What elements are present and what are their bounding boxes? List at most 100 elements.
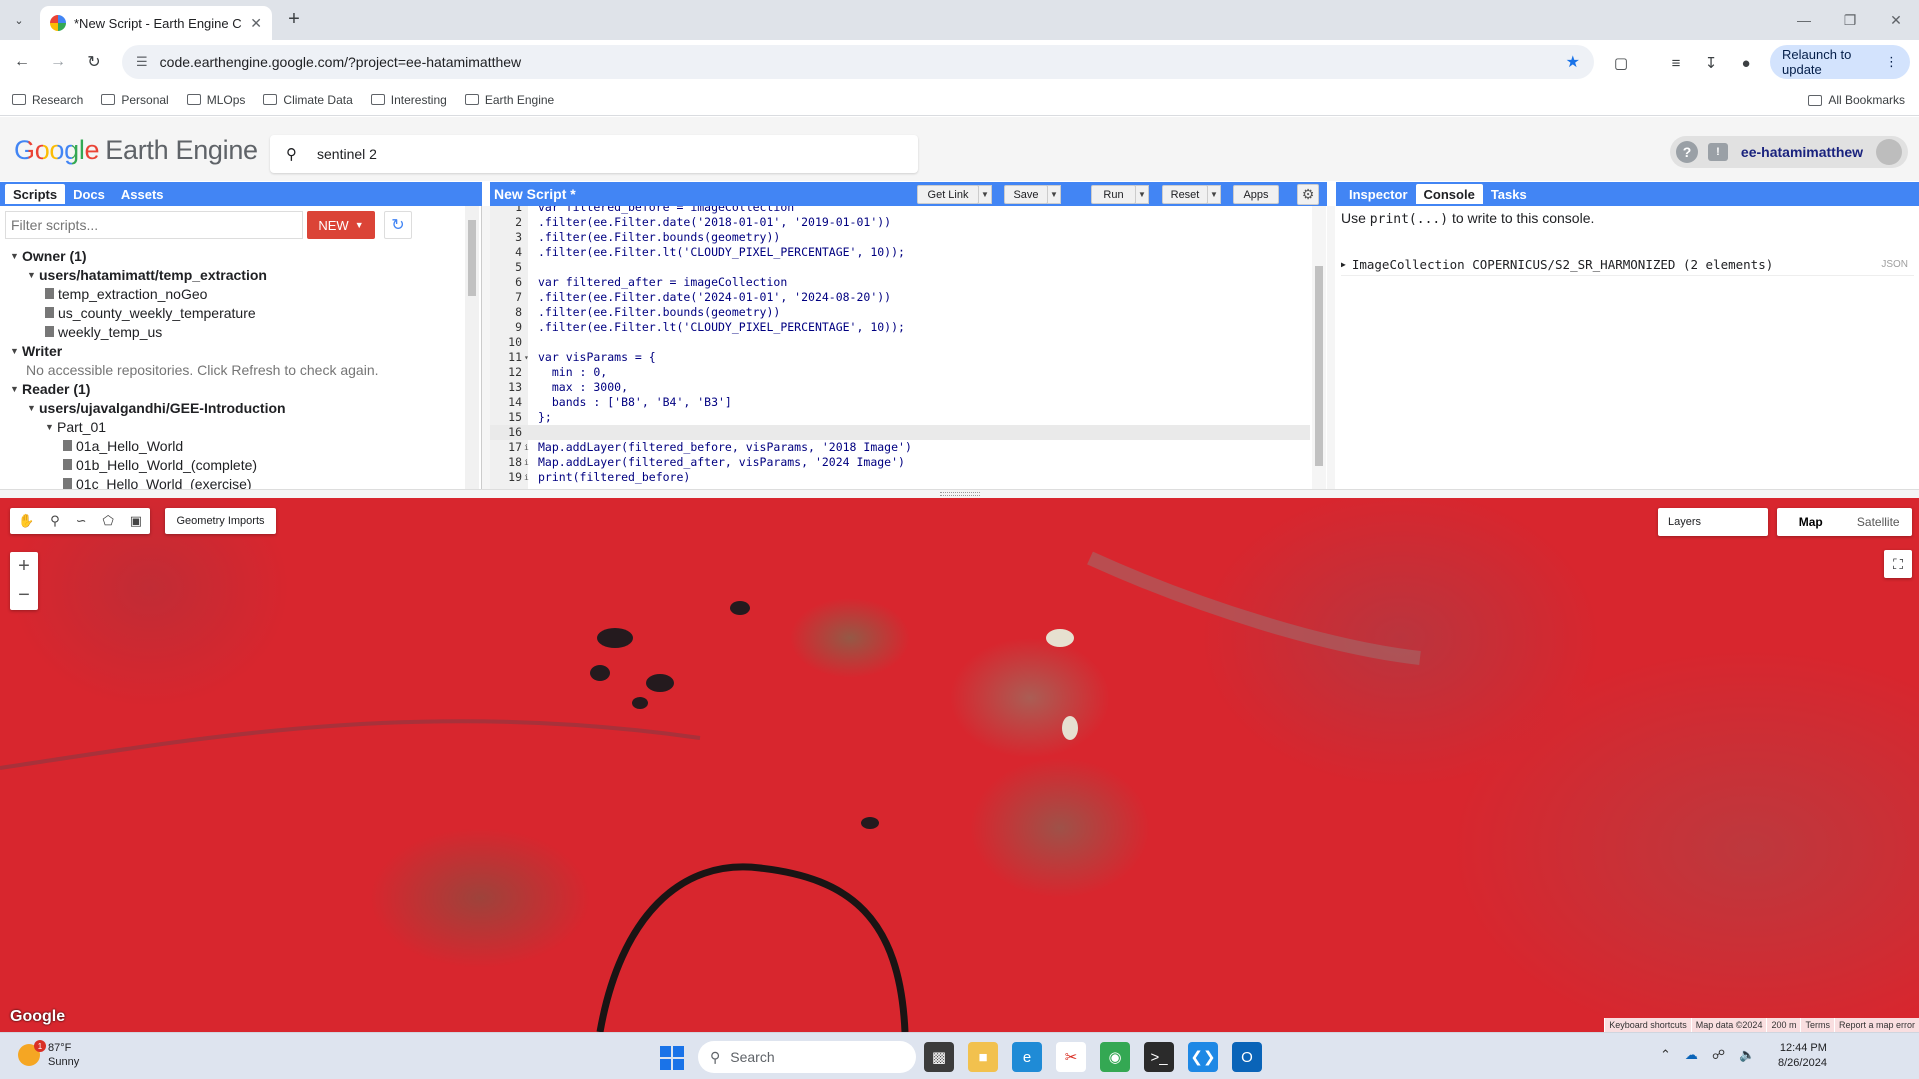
add-marker-icon[interactable]: ⚲ bbox=[50, 513, 60, 529]
tree-file[interactable]: 01a_Hello_World bbox=[0, 436, 460, 455]
tab-close-icon[interactable]: ✕ bbox=[250, 15, 262, 32]
get-link-dropdown-icon[interactable]: ▼ bbox=[978, 185, 992, 204]
minimize-icon[interactable]: — bbox=[1781, 0, 1827, 40]
new-script-button[interactable]: NEW ▼ bbox=[307, 211, 375, 239]
earth-engine-logo[interactable]: Google Earth Engine bbox=[14, 135, 258, 166]
code-line[interactable]: 4 .filter(ee.Filter.lt('CLOUDY_PIXEL_PERC… bbox=[490, 245, 1310, 260]
code-line[interactable]: 6 var filtered_after = imageCollection bbox=[490, 275, 1310, 290]
map-type-satellite[interactable]: Satellite bbox=[1845, 508, 1913, 536]
expand-triangle-icon[interactable]: ▶ bbox=[1341, 260, 1346, 269]
username[interactable]: ee-hatamimatthew bbox=[1738, 144, 1866, 160]
back-icon[interactable]: ← bbox=[10, 50, 34, 74]
code-line[interactable]: 10 bbox=[490, 335, 1310, 350]
save-dropdown-icon[interactable]: ▼ bbox=[1047, 185, 1061, 204]
layers-button[interactable]: Layers bbox=[1658, 508, 1768, 536]
map-canvas[interactable] bbox=[0, 498, 1919, 1032]
all-bookmarks[interactable]: All Bookmarks bbox=[1808, 93, 1905, 107]
code-line[interactable]: 16 bbox=[490, 425, 1310, 440]
terminal-icon[interactable]: >_ bbox=[1144, 1042, 1174, 1072]
bookmark-earth-engine[interactable]: Earth Engine bbox=[464, 93, 554, 107]
json-link[interactable]: JSON bbox=[1881, 259, 1908, 270]
browser-tab[interactable]: *New Script - Earth Engine Cod ✕ bbox=[40, 6, 272, 40]
tree-section-owner[interactable]: ▼ Owner (1) bbox=[0, 246, 460, 265]
tab-docs[interactable]: Docs bbox=[65, 184, 113, 204]
address-bar[interactable]: ☰ code.earthengine.google.com/?project=e… bbox=[122, 45, 1594, 79]
tree-file[interactable]: us_county_weekly_temperature bbox=[0, 303, 460, 322]
console-output-entry[interactable]: ▶ ImageCollection COPERNICUS/S2_SR_HARMO… bbox=[1341, 254, 1914, 276]
run-dropdown-icon[interactable]: ▼ bbox=[1135, 185, 1149, 204]
tab-inspector[interactable]: Inspector bbox=[1341, 184, 1416, 204]
save-button[interactable]: Save bbox=[1004, 185, 1048, 204]
site-info-icon[interactable]: ☰ bbox=[136, 54, 148, 70]
chrome-browser-icon[interactable]: ◉ bbox=[1100, 1042, 1130, 1072]
code-line[interactable]: 2 .filter(ee.Filter.date('2018-01-01', '2… bbox=[490, 215, 1310, 230]
editor-scrollbar[interactable] bbox=[1312, 206, 1326, 489]
file-explorer-icon[interactable]: ■ bbox=[968, 1042, 998, 1072]
avatar[interactable] bbox=[1876, 139, 1902, 165]
profile-avatar-icon[interactable]: ● bbox=[1735, 52, 1757, 74]
code-line[interactable]: 11 ▾ var visParams = { bbox=[490, 350, 1310, 365]
draw-line-icon[interactable]: ∽ bbox=[76, 513, 87, 529]
tree-file[interactable]: temp_extraction_noGeo bbox=[0, 284, 460, 303]
forward-icon[interactable]: → bbox=[46, 50, 70, 74]
code-line[interactable]: 12 min : 0, bbox=[490, 365, 1310, 380]
extensions-icon[interactable]: ▢ bbox=[1610, 52, 1632, 74]
tab-tasks[interactable]: Tasks bbox=[1483, 184, 1535, 204]
code-line[interactable]: 7 .filter(ee.Filter.date('2024-01-01', '2… bbox=[490, 290, 1310, 305]
snipping-tool-icon[interactable]: ✂ bbox=[1056, 1042, 1086, 1072]
code-line[interactable]: 17 i Map.addLayer(filtered_before, visPara… bbox=[490, 440, 1310, 455]
code-line[interactable]: 3 .filter(ee.Filter.bounds(geometry)) bbox=[490, 230, 1310, 245]
tree-section-reader[interactable]: ▼ Reader (1) bbox=[0, 379, 460, 398]
refresh-icon[interactable]: ↻ bbox=[384, 211, 412, 239]
code-lines[interactable]: 1 var filtered_before = imageCollection 2.… bbox=[490, 206, 1310, 485]
keyboard-shortcuts-link[interactable]: Keyboard shortcuts bbox=[1604, 1018, 1691, 1032]
code-line[interactable]: 8 .filter(ee.Filter.bounds(geometry)) bbox=[490, 305, 1310, 320]
settings-gear-icon[interactable]: ⚙ bbox=[1297, 184, 1319, 205]
panel-splitter[interactable] bbox=[1327, 206, 1335, 489]
start-windows-icon[interactable] bbox=[660, 1046, 684, 1070]
bookmark-star-icon[interactable]: ★ bbox=[1566, 52, 1580, 72]
code-line[interactable]: 19 i print(filtered_before) bbox=[490, 470, 1310, 485]
tab-assets[interactable]: Assets bbox=[113, 184, 172, 204]
code-editor[interactable]: 1 var filtered_before = imageCollection 2.… bbox=[490, 206, 1327, 489]
fullscreen-icon[interactable]: ⛶ bbox=[1884, 550, 1912, 578]
reload-icon[interactable]: ↻ bbox=[82, 50, 106, 74]
outlook-icon[interactable]: O bbox=[1232, 1042, 1262, 1072]
code-line[interactable]: 13 max : 3000, bbox=[490, 380, 1310, 395]
terms-link[interactable]: Terms bbox=[1800, 1018, 1834, 1032]
geometry-imports-button[interactable]: Geometry Imports bbox=[165, 508, 276, 534]
bookmark-research[interactable]: Research bbox=[12, 93, 83, 107]
map-splitter[interactable] bbox=[0, 489, 1919, 498]
clock[interactable]: 12:44 PM 8/26/2024 bbox=[1778, 1041, 1827, 1071]
code-line[interactable]: 18 i Map.addLayer(filtered_after, visParam… bbox=[490, 455, 1310, 470]
search-input[interactable]: ⚲ sentinel 2 bbox=[270, 135, 918, 173]
bookmark-interesting[interactable]: Interesting bbox=[370, 93, 447, 107]
bookmark-personal[interactable]: Personal bbox=[101, 93, 169, 107]
tab-console[interactable]: Console bbox=[1415, 184, 1483, 204]
close-window-icon[interactable]: ✕ bbox=[1873, 0, 1919, 40]
bookmark-climate-data[interactable]: Climate Data bbox=[263, 93, 353, 107]
draw-rectangle-icon[interactable]: ▣ bbox=[130, 513, 142, 529]
tab-search-icon[interactable]: ≡ bbox=[1665, 52, 1687, 74]
zoom-out-icon[interactable]: − bbox=[10, 581, 38, 610]
fold-toggle-icon[interactable]: ▾ bbox=[524, 350, 534, 365]
bookmark-mlops[interactable]: MLOps bbox=[186, 93, 245, 107]
code-line[interactable]: 14 bands : ['B8', 'B4', 'B3'] bbox=[490, 395, 1310, 410]
scrollbar-thumb[interactable] bbox=[468, 220, 476, 296]
onedrive-icon[interactable]: ☁ bbox=[1685, 1047, 1698, 1063]
restore-icon[interactable]: ❐ bbox=[1827, 0, 1873, 40]
run-button[interactable]: Run bbox=[1091, 185, 1136, 204]
code-line[interactable]: 1 var filtered_before = imageCollection bbox=[490, 206, 1310, 215]
more-menu-icon[interactable]: ⋮ bbox=[1885, 54, 1898, 70]
taskbar-search[interactable]: ⚲ Search bbox=[698, 1041, 916, 1073]
vscode-icon[interactable]: ❮❯ bbox=[1188, 1042, 1218, 1072]
draw-polygon-icon[interactable]: ⬠ bbox=[102, 513, 113, 529]
code-line[interactable]: 5 bbox=[490, 260, 1310, 275]
panel-splitter[interactable] bbox=[482, 206, 490, 489]
tree-file[interactable]: weekly_temp_us bbox=[0, 322, 460, 341]
reset-dropdown-icon[interactable]: ▼ bbox=[1207, 185, 1221, 204]
edge-browser-icon[interactable]: e bbox=[1012, 1042, 1042, 1072]
map-type-map[interactable]: Map bbox=[1777, 508, 1845, 536]
network-icon[interactable]: ☍ bbox=[1712, 1047, 1725, 1063]
scripts-scrollbar[interactable] bbox=[465, 206, 479, 489]
